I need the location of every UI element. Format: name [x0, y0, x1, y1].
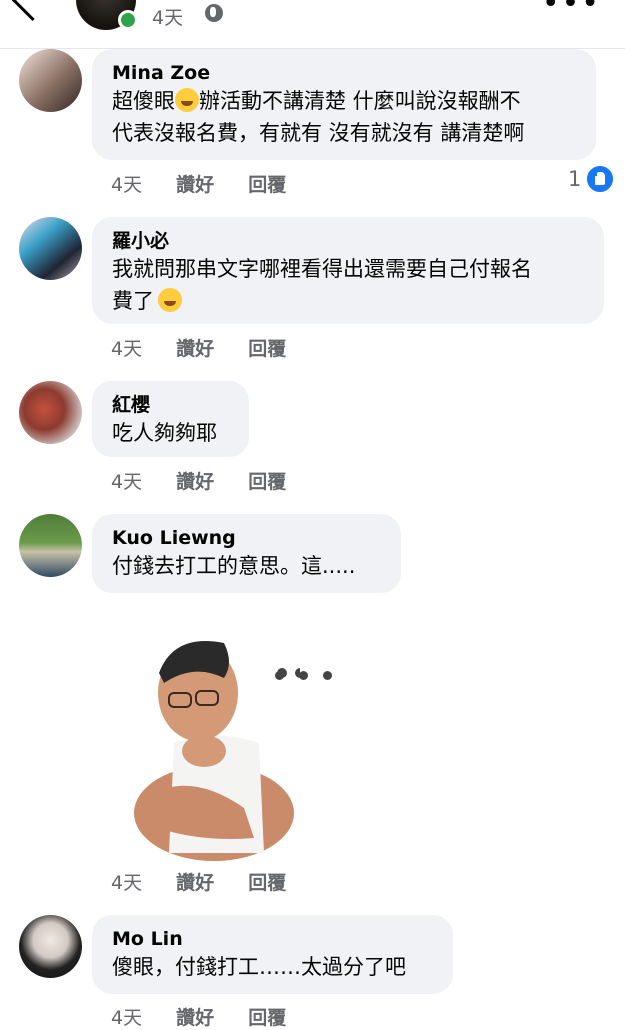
comment-bubble[interactable]: 紅櫻 吃人夠夠耶	[92, 381, 249, 457]
comment-actions: 4天 讚好 回覆	[111, 467, 314, 494]
comment-author[interactable]: 羅小必	[112, 229, 584, 253]
reply-button[interactable]: 回覆	[248, 467, 286, 494]
comment-bubble[interactable]: Kuo Liewng 付錢去打工的意思。這.....	[92, 514, 401, 593]
comment-actions: 4天 讚好 回覆	[111, 334, 314, 361]
reaction-count[interactable]: 1	[568, 167, 581, 191]
like-button[interactable]: 讚好	[176, 467, 214, 494]
comment-bubble[interactable]: Mo Lin 傻眼，付錢打工……太過分了吧	[92, 915, 453, 994]
comment-text: 吃人夠夠耶	[112, 421, 217, 445]
globe-icon	[205, 4, 223, 22]
comment-time: 4天	[111, 471, 143, 493]
reply-button[interactable]: 回覆	[248, 868, 286, 895]
comment-text: 我就問那串文字哪裡看得出還需要自己付報名 費了	[112, 253, 584, 317]
comment-author[interactable]: Mina Zoe	[112, 61, 576, 85]
comment-text-part: 辦活動不講清楚 什麼叫說沒報酬不	[199, 89, 521, 113]
comment-bubble[interactable]: Mina Zoe 超傻眼 辦活動不講清楚 什麼叫說沒報酬不 代表沒報名費，有就有 …	[92, 49, 596, 160]
avatar[interactable]	[19, 915, 82, 978]
like-reaction-icon[interactable]	[585, 164, 615, 194]
post-header: 4天 •••	[0, 0, 625, 49]
post-time: 4天	[152, 7, 184, 29]
online-status-icon	[118, 10, 138, 30]
thinking-dots	[275, 665, 333, 684]
comment-time: 4天	[111, 872, 143, 894]
comment-text-part: 代表沒報名費，有就有 沒有就沒有 講清楚啊	[112, 121, 525, 145]
comment-author[interactable]: Kuo Liewng	[112, 526, 381, 550]
comment-text-part: 費了	[112, 289, 154, 313]
avatar[interactable]	[19, 514, 82, 577]
comment-text-part: 我就問那串文字哪裡看得出還需要自己付報名	[112, 257, 532, 281]
like-button[interactable]: 讚好	[176, 334, 214, 361]
avatar[interactable]	[19, 381, 82, 444]
comment-author[interactable]: Mo Lin	[112, 927, 433, 951]
comment-text: 超傻眼 辦活動不講清楚 什麼叫說沒報酬不 代表沒報名費，有就有 沒有就沒有 講清楚…	[112, 85, 576, 149]
comment-time: 4天	[111, 174, 143, 196]
comment-author[interactable]: 紅櫻	[112, 393, 229, 417]
rofl-emoji-icon	[175, 88, 199, 112]
like-button[interactable]: 讚好	[176, 1003, 214, 1030]
sweat-smile-emoji-icon	[158, 288, 182, 312]
comment-text-part: 超傻眼	[112, 89, 175, 113]
like-button[interactable]: 讚好	[176, 868, 214, 895]
reply-button[interactable]: 回覆	[248, 1003, 286, 1030]
avatar[interactable]	[19, 49, 82, 112]
comment-actions: 4天 讚好 回覆	[111, 868, 314, 895]
comment-actions: 4天 讚好 回覆	[111, 1003, 314, 1030]
comment-bubble[interactable]: 羅小必 我就問那串文字哪裡看得出還需要自己付報名 費了	[92, 217, 604, 324]
comment-time: 4天	[111, 1007, 143, 1029]
comment-text: 付錢去打工的意思。這.....	[112, 554, 356, 578]
comment-text: 傻眼，付錢打工……太過分了吧	[112, 955, 406, 979]
back-chevron-icon[interactable]	[11, 0, 54, 22]
reply-button[interactable]: 回覆	[248, 170, 286, 197]
avatar[interactable]	[19, 217, 82, 280]
comment-time: 4天	[111, 338, 143, 360]
like-button[interactable]: 讚好	[176, 170, 214, 197]
more-icon[interactable]: •••	[542, 0, 601, 21]
comment-actions: 4天 讚好 回覆	[111, 170, 314, 197]
reply-button[interactable]: 回覆	[248, 334, 286, 361]
